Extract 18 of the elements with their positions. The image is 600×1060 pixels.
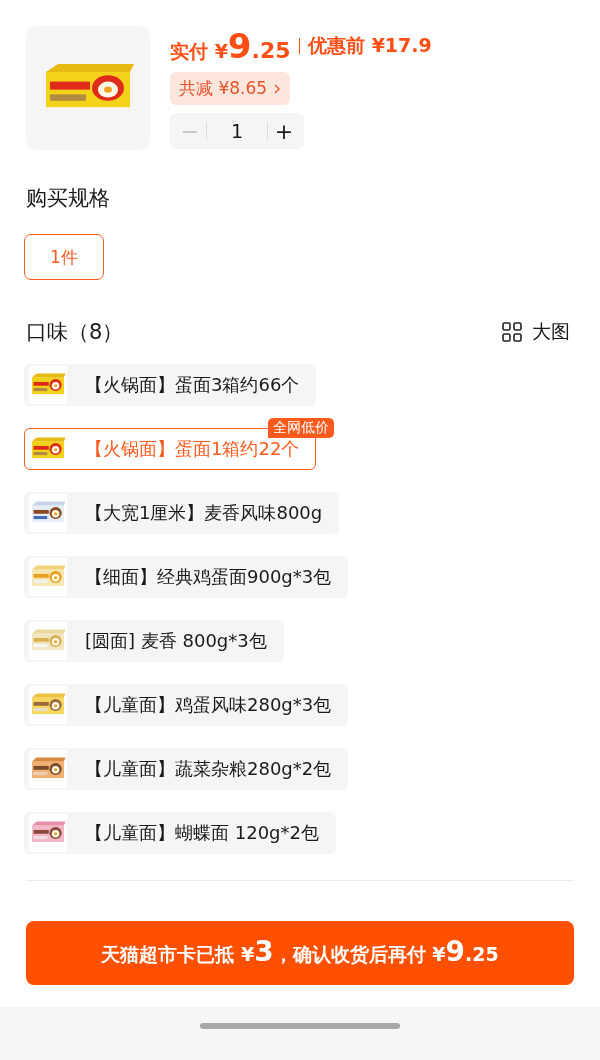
section-title: 购买规格 — [25, 185, 111, 212]
original-price: 优惠前 ¥17.9 — [308, 33, 432, 58]
price-badge: 全网低价 — [268, 418, 334, 438]
flavor-option[interactable]: [圆面] 麦香 800g*3包 — [24, 620, 284, 662]
quantity-value: 1 — [229, 120, 245, 142]
plus-button[interactable]: + — [268, 118, 300, 144]
flavor-option[interactable]: 【大宽1厘米】麦香风味800g — [24, 492, 340, 534]
chevron-right-icon — [273, 82, 282, 95]
flavor-option[interactable]: 【儿童面】蔬菜杂粮280g*2包 — [24, 748, 349, 790]
grid-icon — [502, 322, 522, 342]
section-title: 口味（8） — [26, 319, 124, 346]
flavor-option[interactable]: 【儿童面】蝴蝶面 120g*2包 — [24, 812, 336, 854]
actual-price: 实付 ¥9.25 — [170, 26, 291, 66]
home-indicator[interactable] — [200, 1023, 400, 1029]
large-view-button[interactable]: 大图 — [502, 319, 570, 345]
flavor-option[interactable]: 【细面】经典鸡蛋面900g*3包 — [24, 556, 349, 598]
flavor-option[interactable]: 【火锅面】蛋面3箱约66个 — [24, 364, 317, 406]
flavor-option[interactable]: 【儿童面】鸡蛋风味280g*3包 — [24, 684, 349, 726]
